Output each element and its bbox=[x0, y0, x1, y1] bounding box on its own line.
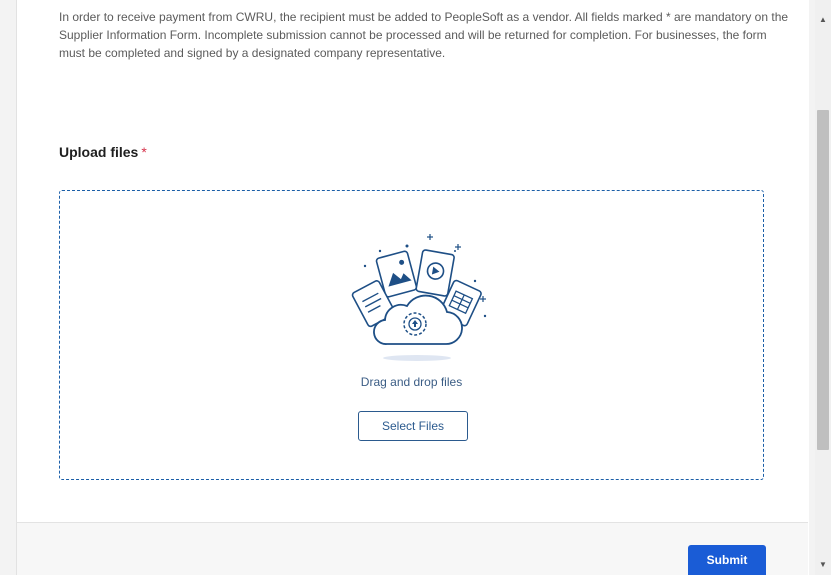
scroll-up-arrow-icon[interactable]: ▲ bbox=[815, 12, 831, 28]
select-files-button[interactable]: Select Files bbox=[358, 411, 468, 441]
file-dropzone[interactable]: Drag and drop files Select Files bbox=[59, 190, 764, 480]
intro-text: In order to receive payment from CWRU, t… bbox=[59, 10, 789, 60]
cloud-upload-icon bbox=[335, 226, 495, 366]
upload-files-label: Upload files * bbox=[59, 144, 147, 160]
page-left-rail bbox=[0, 0, 16, 575]
form-card: In order to receive payment from CWRU, t… bbox=[16, 0, 809, 575]
vertical-scrollbar[interactable]: ▲ ▼ bbox=[815, 0, 831, 575]
scrollbar-thumb[interactable] bbox=[817, 110, 829, 450]
required-marker: * bbox=[141, 144, 147, 160]
form-footer: Submit bbox=[17, 523, 808, 575]
upload-label-text: Upload files bbox=[59, 144, 139, 160]
submit-button[interactable]: Submit bbox=[688, 545, 766, 575]
scroll-down-arrow-icon[interactable]: ▼ bbox=[815, 557, 831, 573]
drag-and-drop-text: Drag and drop files bbox=[360, 375, 463, 389]
